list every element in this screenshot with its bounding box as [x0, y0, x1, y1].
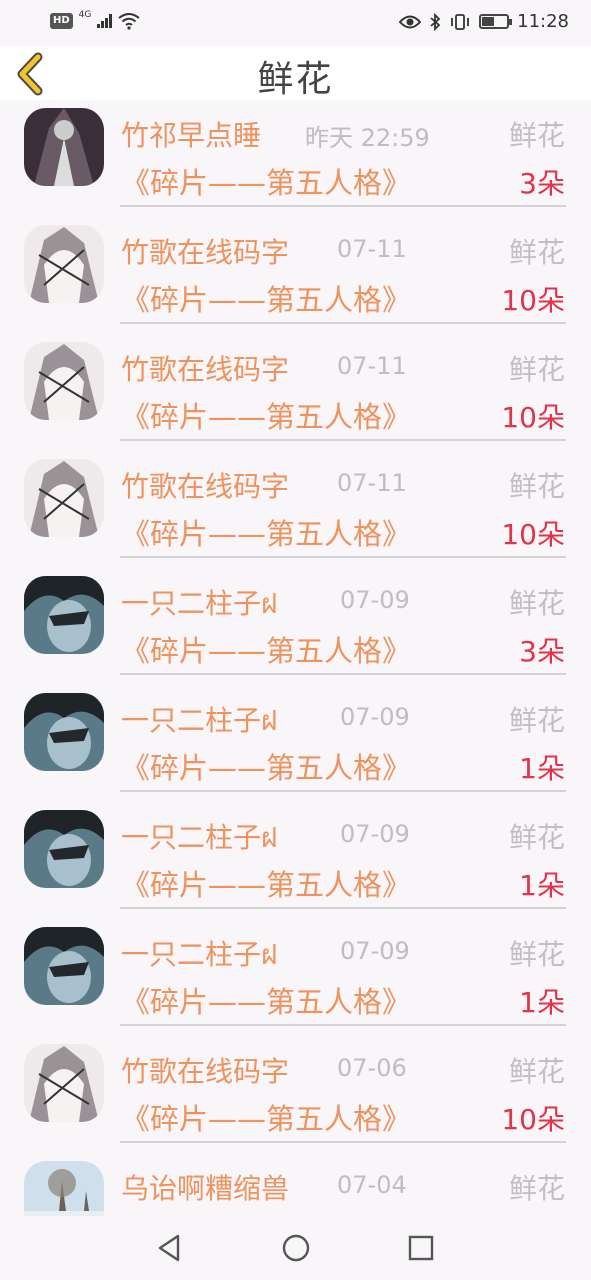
divider — [120, 322, 566, 324]
list-item[interactable]: 竹歌在线码字 07-11 鲜花 《碎片——第五人格》 10朵 — [0, 334, 591, 451]
item-time: 07-09 — [340, 937, 410, 965]
system-nav-bar — [0, 1216, 591, 1280]
item-time: 07-11 — [337, 235, 407, 263]
user-name: 一只二柱子ฝ — [121, 938, 278, 971]
vibrate-icon — [451, 13, 470, 30]
user-name: 竹歌在线码字 — [121, 470, 290, 503]
flower-count: 3朵 — [519, 635, 565, 668]
status-left: HD 4G — [50, 10, 140, 30]
hd-badge: HD — [50, 13, 73, 29]
gift-type: 鲜花 — [508, 1172, 565, 1205]
gift-type: 鲜花 — [508, 587, 565, 620]
divider — [120, 1141, 566, 1143]
gift-type: 鲜花 — [508, 1055, 565, 1088]
flower-count: 10朵 — [501, 284, 565, 317]
list-item[interactable]: 一只二柱子ฝ 07-09 鲜花 《碎片——第五人格》 1朵 — [0, 685, 591, 802]
list-item[interactable]: 竹祁早点睡 昨天 22:59 鲜花 《碎片——第五人格》 3朵 — [0, 100, 591, 217]
user-name: 一只二柱子ฝ — [121, 821, 278, 854]
item-time: 昨天 22:59 — [305, 124, 430, 152]
item-time: 07-09 — [340, 703, 410, 731]
divider — [120, 907, 566, 909]
header: 鲜花 — [0, 46, 591, 100]
gift-type: 鲜花 — [508, 704, 565, 737]
list-item[interactable]: 竹歌在线码字 07-11 鲜花 《碎片——第五人格》 10朵 — [0, 217, 591, 334]
user-name: 竹歌在线码字 — [121, 236, 290, 269]
item-time: 07-06 — [337, 1054, 407, 1082]
gift-type: 鲜花 — [508, 470, 565, 503]
user-name: 竹歌在线码字 — [121, 353, 290, 386]
book-title[interactable]: 《碎片——第五人格》 — [121, 979, 411, 1021]
nav-back-button[interactable] — [154, 1232, 186, 1264]
user-name: 一只二柱子ฝ — [121, 704, 278, 737]
book-title[interactable]: 《碎片——第五人格》 — [121, 511, 411, 553]
gift-type: 鲜花 — [508, 938, 565, 971]
divider — [120, 439, 566, 441]
gift-type: 鲜花 — [508, 236, 565, 269]
list-item[interactable]: 乌诒啊糟缩兽 07-04 鲜花 — [0, 1153, 591, 1216]
gift-type: 鲜花 — [508, 821, 565, 854]
square-recent-icon — [408, 1235, 434, 1261]
list-item[interactable]: 一只二柱子ฝ 07-09 鲜花 《碎片——第五人格》 3朵 — [0, 568, 591, 685]
flower-count: 1朵 — [519, 752, 565, 785]
list-item[interactable]: 竹歌在线码字 07-06 鲜花 《碎片——第五人格》 10朵 — [0, 1036, 591, 1153]
network-type: 4G — [78, 10, 92, 20]
triangle-back-icon — [158, 1234, 180, 1262]
flower-list: 竹祁早点睡 昨天 22:59 鲜花 《碎片——第五人格》 3朵 竹歌在线码字 0… — [0, 100, 591, 1216]
flower-count: 3朵 — [519, 167, 565, 200]
book-title[interactable]: 《碎片——第五人格》 — [121, 1096, 411, 1138]
list-item[interactable]: 一只二柱子ฝ 07-09 鲜花 《碎片——第五人格》 1朵 — [0, 802, 591, 919]
user-avatar[interactable] — [24, 225, 104, 303]
gift-type: 鲜花 — [508, 353, 565, 386]
book-title[interactable]: 《碎片——第五人格》 — [121, 628, 411, 670]
user-avatar[interactable] — [24, 1161, 104, 1216]
item-time: 07-11 — [337, 352, 407, 380]
flower-count: 1朵 — [519, 986, 565, 1019]
circle-home-icon — [282, 1234, 310, 1262]
item-time: 07-09 — [340, 820, 410, 848]
book-title[interactable]: 《碎片——第五人格》 — [121, 862, 411, 904]
user-name: 一只二柱子ฝ — [121, 587, 278, 620]
eye-icon — [399, 15, 422, 28]
status-time: 11:28 — [517, 11, 569, 32]
nav-home-button[interactable] — [280, 1232, 312, 1264]
divider — [120, 556, 566, 558]
user-name: 竹祁早点睡 — [121, 119, 262, 152]
nav-recent-button[interactable] — [405, 1232, 437, 1264]
user-avatar[interactable] — [24, 693, 104, 771]
item-time: 07-09 — [340, 586, 410, 614]
user-avatar[interactable] — [24, 1044, 104, 1122]
book-title[interactable]: 《碎片——第五人格》 — [121, 160, 411, 202]
user-avatar[interactable] — [24, 927, 104, 1005]
status-bar: HD 4G 11:28 — [0, 0, 591, 46]
user-avatar[interactable] — [24, 108, 104, 186]
flower-count: 10朵 — [501, 518, 565, 551]
page-title: 鲜花 — [257, 59, 334, 100]
divider — [120, 673, 566, 675]
divider — [120, 1024, 566, 1026]
flower-count: 1朵 — [519, 869, 565, 902]
divider — [120, 790, 566, 792]
divider — [120, 205, 566, 207]
flower-count: 10朵 — [501, 401, 565, 434]
item-time: 07-11 — [337, 469, 407, 497]
book-title[interactable]: 《碎片——第五人格》 — [121, 277, 411, 319]
item-time: 07-04 — [337, 1171, 407, 1199]
user-name: 乌诒啊糟缩兽 — [121, 1172, 290, 1205]
bluetooth-icon — [430, 12, 441, 31]
user-avatar[interactable] — [24, 576, 104, 654]
user-avatar[interactable] — [24, 342, 104, 420]
user-avatar[interactable] — [24, 810, 104, 888]
flower-count: 10朵 — [501, 1103, 565, 1136]
list-item[interactable]: 竹歌在线码字 07-11 鲜花 《碎片——第五人格》 10朵 — [0, 451, 591, 568]
status-right: 11:28 — [399, 11, 569, 32]
user-name: 竹歌在线码字 — [121, 1055, 290, 1088]
battery-icon — [479, 14, 513, 29]
user-avatar[interactable] — [24, 459, 104, 537]
signal-icon — [97, 14, 113, 28]
wifi-icon — [118, 13, 140, 30]
list-item[interactable]: 一只二柱子ฝ 07-09 鲜花 《碎片——第五人格》 1朵 — [0, 919, 591, 1036]
gift-type: 鲜花 — [508, 119, 565, 152]
book-title[interactable]: 《碎片——第五人格》 — [121, 745, 411, 787]
book-title[interactable]: 《碎片——第五人格》 — [121, 394, 411, 436]
